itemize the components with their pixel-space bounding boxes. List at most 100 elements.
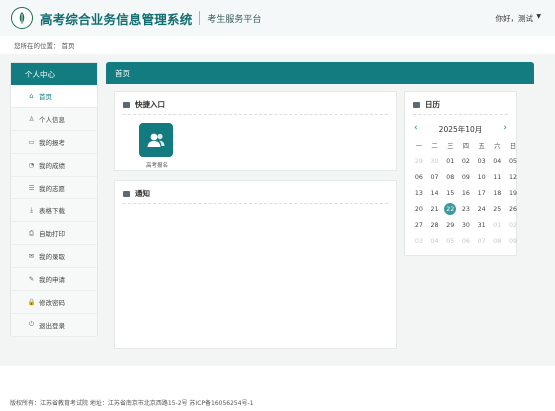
- calendar-day[interactable]: 09: [458, 169, 474, 185]
- calendar-day[interactable]: 16: [458, 185, 474, 201]
- sidebar-item[interactable]: ⌂ 首页: [11, 85, 97, 108]
- calendar-day[interactable]: 17: [474, 185, 490, 201]
- calendar-day[interactable]: 11: [489, 169, 505, 185]
- calendar-day[interactable]: 05: [442, 233, 458, 249]
- sidebar-item[interactable]: ▭ 我的报考: [11, 130, 97, 154]
- breadcrumb-current[interactable]: 首页: [62, 42, 75, 50]
- calendar-day[interactable]: 02: [505, 217, 521, 233]
- calendar-day[interactable]: 03: [411, 233, 427, 249]
- calendar-month: 2025年10月: [438, 125, 483, 134]
- calendar-prev-button[interactable]: ‹: [414, 123, 418, 133]
- quick-entry-panel: 快捷入口 高考报名: [114, 91, 397, 171]
- sidebar-item[interactable]: ☰ 我的志愿: [11, 176, 97, 200]
- calendar-day[interactable]: 07: [474, 233, 490, 249]
- calendar-day[interactable]: 07: [427, 169, 443, 185]
- calendar-day[interactable]: 08: [442, 169, 458, 185]
- calendar-day[interactable]: 18: [489, 185, 505, 201]
- calendar-day[interactable]: 24: [474, 201, 490, 217]
- calendar-day-today[interactable]: 22: [442, 201, 458, 217]
- main-title: 首页: [115, 68, 130, 78]
- user-menu[interactable]: 你好，测试: [496, 13, 534, 24]
- calendar-day[interactable]: 25: [489, 201, 505, 217]
- sidebar-item[interactable]: ⤓ 表格下载: [11, 199, 97, 223]
- sidebar-item[interactable]: ⎙ 自助打印: [11, 222, 97, 246]
- calendar-weekday: 二: [431, 142, 438, 150]
- calendar-day-number: 06: [461, 237, 470, 245]
- sidebar-item[interactable]: ⏻ 退出登录: [11, 313, 97, 337]
- calendar-day-number: 04: [430, 237, 439, 245]
- calendar-day[interactable]: 30: [427, 153, 443, 169]
- calendar-day-number: 01: [446, 157, 455, 165]
- calendar-day[interactable]: 23: [458, 201, 474, 217]
- printer-icon: ⎙: [28, 228, 35, 237]
- power-icon: ⏻: [28, 320, 35, 329]
- platform-name: 考生服务平台: [207, 14, 262, 25]
- calendar-day[interactable]: 01: [489, 217, 505, 233]
- sidebar-item[interactable]: ◔ 我的成绩: [11, 153, 97, 177]
- mail-icon: ✉: [28, 252, 35, 261]
- calendar-day[interactable]: 29: [442, 217, 458, 233]
- calendar-day-number: 01: [493, 221, 502, 229]
- calendar-day[interactable]: 01: [442, 153, 458, 169]
- calendar-day-number: 26: [508, 205, 517, 213]
- user-icon: ♙: [28, 114, 35, 123]
- calendar-day[interactable]: 29: [411, 153, 427, 169]
- calendar-weekday: 六: [494, 142, 501, 150]
- chevron-down-icon[interactable]: ▼: [536, 13, 541, 20]
- calendar-day[interactable]: 12: [505, 169, 521, 185]
- sidebar-item-label: 我的成绩: [39, 161, 65, 170]
- calendar-day[interactable]: 31: [474, 217, 490, 233]
- calendar-day-number: 25: [493, 205, 502, 213]
- quick-tile-gaokao-registration[interactable]: [139, 123, 173, 157]
- edit-icon: ✎: [28, 275, 35, 284]
- sidebar-item-label: 首页: [39, 92, 52, 101]
- system-title: 高考综合业务信息管理系统: [40, 11, 193, 27]
- calendar-day-number: 19: [508, 189, 517, 197]
- calendar-day-number: 20: [414, 205, 423, 213]
- sidebar-title: 个人中心: [11, 63, 97, 85]
- section-marker-icon: [123, 190, 130, 197]
- calendar-weekday: 四: [462, 142, 470, 150]
- lock-icon: 🔒: [27, 297, 36, 306]
- download-icon: ⤓: [30, 205, 33, 214]
- calendar-grid: 一 二 三四五 六日 29 30 01 02 03 04 05 06 07 08 09 10 11 12 13 14 1…: [411, 137, 521, 249]
- sidebar-item[interactable]: 🔒 修改密码: [11, 291, 97, 314]
- calendar-day[interactable]: 19: [505, 185, 521, 201]
- divider: [123, 203, 388, 204]
- calendar-day[interactable]: 06: [411, 169, 427, 185]
- calendar-day[interactable]: 06: [458, 233, 474, 249]
- calendar-day[interactable]: 14: [427, 185, 443, 201]
- calendar-day[interactable]: 27: [411, 217, 427, 233]
- calendar-day[interactable]: 21: [427, 201, 443, 217]
- calendar-weekday: 一: [415, 142, 422, 150]
- calendar-day[interactable]: 08: [489, 233, 505, 249]
- calendar-day-number: 17: [477, 189, 486, 197]
- chart-icon: ◔: [28, 160, 35, 169]
- calendar-day[interactable]: 04: [489, 153, 505, 169]
- sidebar-item[interactable]: ✎ 我的申请: [11, 268, 97, 292]
- calendar-day[interactable]: 13: [411, 185, 427, 201]
- calendar-day-number: 04: [493, 157, 502, 165]
- calendar-day-number: 07: [477, 237, 486, 245]
- calendar-day[interactable]: 09: [505, 233, 521, 249]
- calendar-day-number: 03: [414, 237, 423, 245]
- calendar-day[interactable]: 05: [505, 153, 521, 169]
- sidebar: 个人中心 ⌂ 首页 ♙ 个人信息 ▭ 我的报考 ◔ 我的成绩 ☰ 我的志愿 ⤓ 表格下载 ⎙ 自助打印 ✉ 我…: [10, 62, 98, 337]
- calendar-day-number: 27: [414, 221, 423, 229]
- calendar-day[interactable]: 26: [505, 201, 521, 217]
- sidebar-item[interactable]: ✉ 我的录取: [11, 245, 97, 269]
- calendar-day[interactable]: 20: [411, 201, 427, 217]
- calendar-next-button[interactable]: ›: [503, 123, 507, 133]
- calendar-day[interactable]: 28: [427, 217, 443, 233]
- calendar-day[interactable]: 15: [442, 185, 458, 201]
- sidebar-item[interactable]: ♙ 个人信息: [11, 107, 97, 131]
- calendar-day[interactable]: 04: [427, 233, 443, 249]
- quick-tile-label[interactable]: 高考报名: [137, 161, 177, 169]
- sidebar-item-label: 个人信息: [39, 115, 65, 124]
- calendar-day[interactable]: 10: [474, 169, 490, 185]
- calendar-day[interactable]: 02: [458, 153, 474, 169]
- calendar-day[interactable]: 30: [458, 217, 474, 233]
- calendar-day-number: 29: [446, 221, 455, 229]
- calendar-day-number: 09: [461, 173, 470, 181]
- calendar-day[interactable]: 03: [474, 153, 490, 169]
